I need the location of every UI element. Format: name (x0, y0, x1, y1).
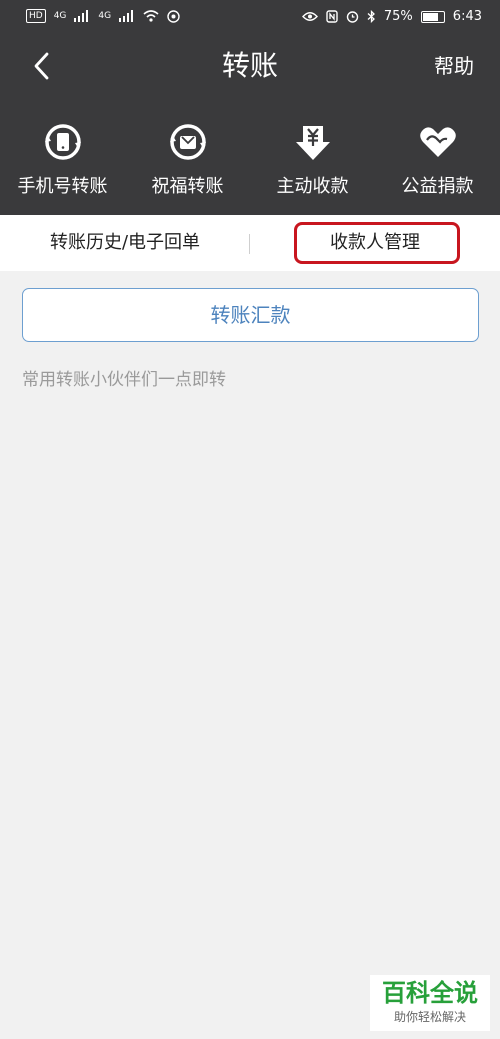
quick-action-phone-transfer[interactable]: 手机号转账 (0, 122, 125, 202)
gift-transfer-icon (169, 124, 206, 160)
network-type-2: 4G (98, 11, 112, 21)
watermark-subtitle: 助你轻松解决 (393, 1010, 466, 1024)
help-button[interactable]: 帮助 (434, 52, 474, 80)
wifi-icon (143, 10, 159, 22)
watermark-title: 百科全说 (382, 979, 478, 1007)
battery-icon (420, 10, 445, 23)
page-title: 转账 (221, 49, 278, 82)
yuan-receive-icon (295, 126, 330, 160)
frequent-contacts-hint: 常用转账小伙伴们一点即转 (22, 370, 226, 390)
quick-action-receive[interactable]: 主动收款 (250, 122, 375, 202)
watermark-logo: 百科全说 助你轻松解决 (370, 975, 490, 1031)
eye-comfort-icon (301, 12, 318, 21)
clock: 6:43 (452, 9, 482, 24)
alarm-icon (346, 11, 359, 23)
quick-action-label: 公益捐款 (401, 176, 474, 197)
hd-badge: HD (26, 9, 46, 23)
quick-action-label: 祝福转账 (151, 176, 224, 197)
nav-bar: 转账 帮助 (0, 34, 500, 98)
network-type-1: 4G (53, 11, 67, 21)
bluetooth-icon (367, 10, 375, 23)
app-notification-icon (167, 9, 180, 23)
transfer-remit-button[interactable]: 转账汇款 (22, 288, 479, 342)
highlight-annotation (294, 222, 460, 264)
status-bar: HD 4G 4G 75% 6:43 (0, 0, 500, 34)
header: HD 4G 4G 75% 6:43 转账 帮助 手机号转账 祝福转账 主动收款 … (0, 0, 500, 215)
signal-icon (119, 10, 135, 22)
signal-icon (74, 10, 90, 22)
quick-action-charity[interactable]: 公益捐款 (375, 122, 500, 202)
battery-percent: 75% (383, 9, 413, 24)
charity-heart-icon (419, 127, 456, 157)
quick-action-label: 主动收款 (276, 176, 349, 197)
phone-transfer-icon (44, 124, 81, 160)
tab-transfer-history[interactable]: 转账历史/电子回单 (0, 215, 250, 271)
quick-action-label: 手机号转账 (17, 176, 108, 197)
quick-actions: 手机号转账 祝福转账 主动收款 公益捐款 (0, 122, 500, 202)
quick-action-gift-transfer[interactable]: 祝福转账 (125, 122, 250, 202)
nfc-icon (326, 10, 338, 23)
